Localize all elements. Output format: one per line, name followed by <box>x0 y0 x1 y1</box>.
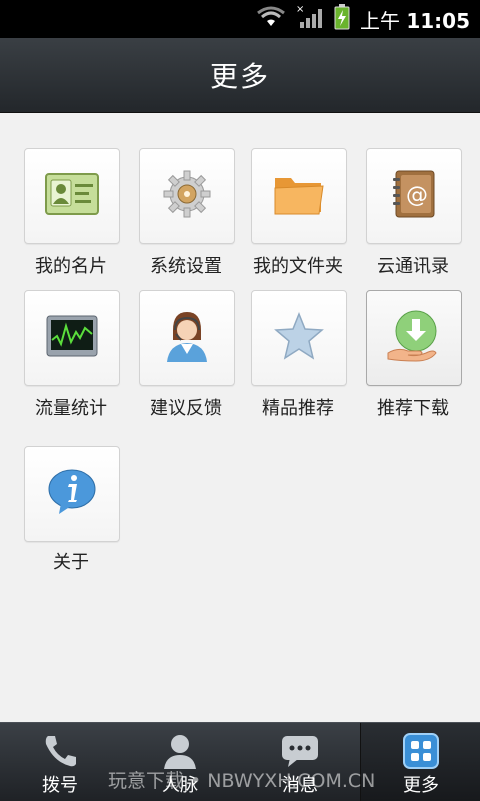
info-bubble-icon <box>47 469 97 519</box>
star-icon <box>274 311 324 364</box>
support-agent-icon <box>163 310 211 366</box>
traffic-stats-button[interactable] <box>24 290 120 386</box>
battery-charging-icon <box>334 4 350 34</box>
traffic-monitor-icon <box>46 314 98 362</box>
status-bar: × 上午 11:05 <box>0 0 480 38</box>
time-prefix: 上午 <box>359 8 400 33</box>
download-hand-icon <box>386 309 442 367</box>
tab-more[interactable]: 更多 <box>360 723 480 801</box>
more-options-grid: 我的名片 系统设置 我的文件夹 @ 云通讯录 流量统计 建议反馈 精品推荐 推荐… <box>0 112 480 722</box>
signal-icon: × <box>296 4 324 34</box>
traffic-stats-label: 流量统计 <box>35 398 107 419</box>
recommended-download-label: 推荐下载 <box>377 398 449 419</box>
cloud-contacts-label: 云通讯录 <box>377 256 449 277</box>
my-card-label: 我的名片 <box>35 256 107 277</box>
page-title: 更多 <box>209 60 270 93</box>
svg-text:@: @ <box>406 183 428 208</box>
gear-icon <box>162 169 212 223</box>
phone-icon <box>42 733 78 769</box>
message-bubble-icon <box>280 733 320 769</box>
watermark: 玩意下载 • NBWYXH.COM.CN <box>108 770 376 792</box>
grid-more-icon <box>403 733 439 769</box>
wifi-icon <box>256 6 286 32</box>
feedback-label: 建议反馈 <box>150 398 222 419</box>
tab-dial-label: 拨号 <box>42 775 78 796</box>
clock: 11:05 <box>406 8 470 33</box>
system-settings-label: 系统设置 <box>150 256 222 277</box>
business-card-icon <box>45 172 99 220</box>
tab-dial[interactable]: 拨号 <box>0 723 120 801</box>
my-folder-button[interactable] <box>251 148 347 244</box>
folder-icon <box>273 172 325 220</box>
feedback-button[interactable] <box>139 290 235 386</box>
status-time: 上午 11:05 <box>360 5 470 34</box>
title-bar: 更多 <box>0 38 480 113</box>
cloud-contacts-button[interactable]: @ <box>366 148 462 244</box>
recommended-download-button[interactable] <box>366 290 462 386</box>
about-label: 关于 <box>53 552 89 573</box>
svg-text:×: × <box>296 4 304 15</box>
featured-apps-label: 精品推荐 <box>262 398 334 419</box>
address-book-icon: @ <box>392 169 436 223</box>
tab-more-label: 更多 <box>403 775 439 796</box>
about-button[interactable] <box>24 446 120 542</box>
contact-person-icon <box>162 733 198 769</box>
my-card-button[interactable] <box>24 148 120 244</box>
my-folder-label: 我的文件夹 <box>253 256 343 277</box>
system-settings-button[interactable] <box>139 148 235 244</box>
featured-apps-button[interactable] <box>251 290 347 386</box>
